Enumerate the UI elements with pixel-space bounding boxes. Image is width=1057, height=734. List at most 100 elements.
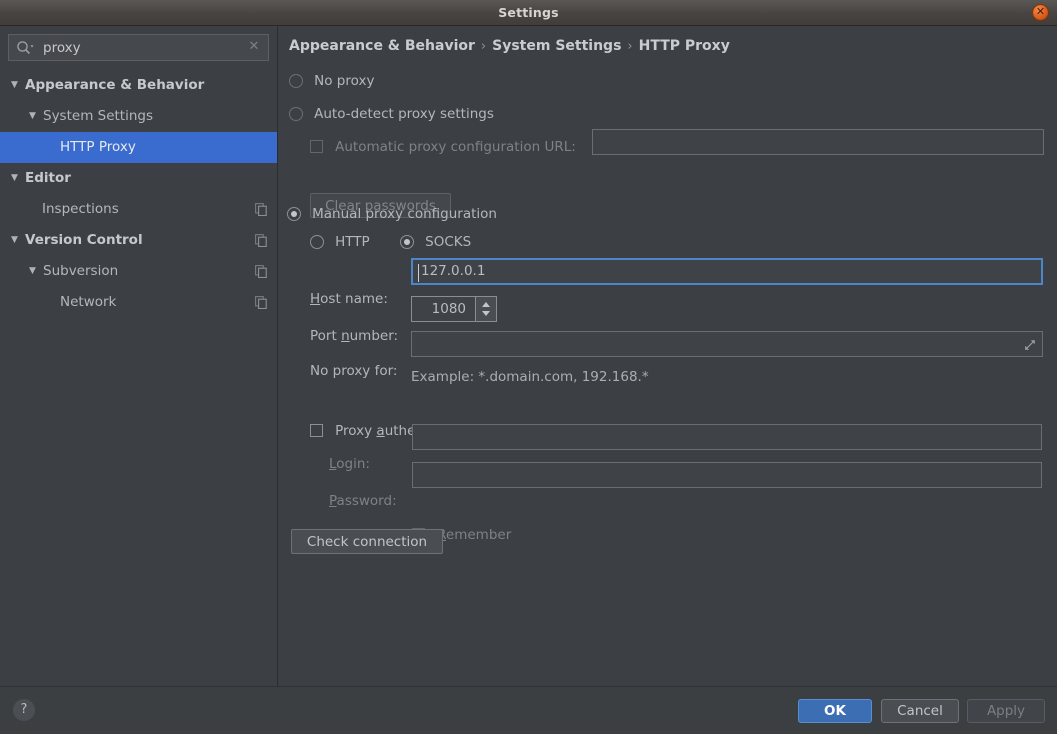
chevron-down-icon[interactable]: ▼ [8,70,21,101]
port-number-stepper[interactable]: 1080 [411,296,497,322]
breadcrumb-separator-2: › [627,39,633,54]
password-label: Password: [329,493,397,509]
password-input[interactable] [412,462,1042,488]
host-name-label-mnemonic: H [310,291,321,307]
radio-no-proxy[interactable]: No proxy [289,73,374,89]
remember-label-rest: emember [445,527,512,543]
check-connection-label: Check connection [306,534,428,550]
spinner-up-icon[interactable] [482,302,490,307]
port-number-label: Port number: [310,328,398,344]
radio-manual-proxy[interactable]: Manual proxy configuration [287,206,497,222]
checkbox-automatic-proxy-url-label: Automatic proxy configuration URL: [335,139,576,155]
cancel-button[interactable]: Cancel [881,699,959,723]
sidebar-item-appearance-behavior[interactable]: ▼ Appearance & Behavior [0,70,277,101]
sidebar-item-label: Version Control [25,232,143,248]
chevron-down-icon[interactable]: ▼ [26,256,39,287]
sidebar-item-network[interactable]: Network [0,287,277,318]
sidebar-item-subversion[interactable]: ▼ Subversion [0,256,277,287]
host-name-input[interactable]: 127.0.0.1 [411,258,1043,285]
automatic-proxy-url-input[interactable] [592,129,1044,155]
no-proxy-for-label: No proxy for: [310,363,397,379]
search-input[interactable] [41,35,245,62]
no-proxy-for-input[interactable] [411,331,1043,357]
port-number-label-mnemonic: n [341,328,350,344]
checkbox-proxy-authentication-indicator [310,424,323,437]
window-titlebar: Settings ✕ [0,0,1057,26]
sidebar-item-inspections[interactable]: Inspections [0,194,277,225]
breadcrumb: Appearance & Behavior › System Settings › HT… [289,38,730,54]
sidebar-item-version-control[interactable]: ▼ Version Control [0,225,277,256]
login-input[interactable] [412,424,1042,450]
proxy-auth-label-pre: Proxy [335,423,377,439]
radio-socks-label: SOCKS [425,234,472,250]
radio-auto-detect-label: Auto-detect proxy settings [314,106,494,122]
chevron-down-icon[interactable]: ▼ [8,225,21,256]
copy-icon[interactable] [255,296,267,309]
sidebar-item-system-settings[interactable]: ▼ System Settings [0,101,277,132]
text-caret [418,264,419,282]
breadcrumb-part-3: HTTP Proxy [638,38,730,54]
sidebar-item-label: System Settings [43,108,154,124]
chevron-down-icon[interactable]: ▼ [8,163,21,194]
window-title: Settings [498,5,559,20]
apply-label: Apply [986,703,1026,719]
radio-manual-proxy-label: Manual proxy configuration [312,206,497,222]
close-glyph: ✕ [1035,5,1046,18]
sidebar-item-label: Editor [25,170,71,186]
login-label: Login: [329,456,370,472]
radio-auto-detect-indicator [289,107,303,121]
sidebar-item-label: Inspections [42,201,119,217]
no-proxy-example-text: Example: *.domain.com, 192.168.* [411,369,649,385]
copy-icon[interactable] [255,265,267,278]
radio-http[interactable]: HTTP [310,234,370,250]
port-number-label-pre: Port [310,328,342,344]
breadcrumb-separator-1: › [480,39,487,54]
settings-sidebar: ✕ ▼Appearance & Behavior▼System Settings… [0,26,278,686]
radio-http-indicator [310,235,324,249]
ok-button[interactable]: OK [798,699,872,723]
sidebar-item-http-proxy[interactable]: HTTP Proxy [0,132,277,163]
search-icon [17,41,34,55]
chevron-down-icon[interactable]: ▼ [26,101,39,132]
check-connection-button[interactable]: Check connection [291,529,443,554]
radio-no-proxy-label: No proxy [314,73,375,89]
port-number-spinner[interactable] [475,297,496,321]
radio-socks[interactable]: SOCKS [400,234,471,250]
radio-http-label: HTTP [335,234,370,250]
radio-auto-detect[interactable]: Auto-detect proxy settings [289,106,494,122]
sidebar-item-label: Appearance & Behavior [25,77,205,93]
settings-tree: ▼ Appearance & Behavior ▼ System Settings HT… [0,70,277,318]
search-box[interactable]: ✕ [8,34,269,62]
password-label-mnemonic: P [329,493,337,509]
cancel-label: Cancel [897,703,943,719]
copy-icon[interactable] [255,203,267,216]
spinner-down-icon[interactable] [482,311,490,316]
sidebar-item-editor[interactable]: ▼ Editor [0,163,277,194]
help-glyph: ? [20,702,28,717]
sidebar-item-label: Network [60,294,117,310]
apply-button: Apply [967,699,1045,723]
sidebar-item-label: Subversion [43,263,119,279]
checkbox-remember-label: Remember [437,527,511,543]
sidebar-item-label: HTTP Proxy [60,139,136,155]
clear-icon[interactable]: ✕ [247,40,261,54]
host-name-label: Host name: [310,291,388,307]
settings-main-panel: Appearance & Behavior › System Settings › HT… [279,26,1057,686]
checkbox-automatic-proxy-url[interactable]: Automatic proxy configuration URL: [310,139,576,155]
breadcrumb-part-1[interactable]: Appearance & Behavior [289,38,475,54]
dialog-footer: ? OK Cancel Apply [0,686,1057,734]
login-label-rest: ogin: [336,456,370,472]
ok-label: OK [824,703,846,719]
port-number-value: 1080 [431,301,466,317]
close-icon[interactable]: ✕ [1032,4,1049,21]
help-icon[interactable]: ? [13,699,35,721]
host-name-label-rest: ost name: [320,291,388,307]
radio-socks-indicator [400,235,414,249]
radio-no-proxy-indicator [289,74,303,88]
password-label-rest: assword: [336,493,397,509]
breadcrumb-part-2[interactable]: System Settings [492,38,621,54]
port-number-label-rest: umber: [349,328,399,344]
copy-icon[interactable] [255,234,267,247]
checkbox-automatic-proxy-url-indicator [310,140,323,153]
expand-icon[interactable] [1023,338,1037,352]
